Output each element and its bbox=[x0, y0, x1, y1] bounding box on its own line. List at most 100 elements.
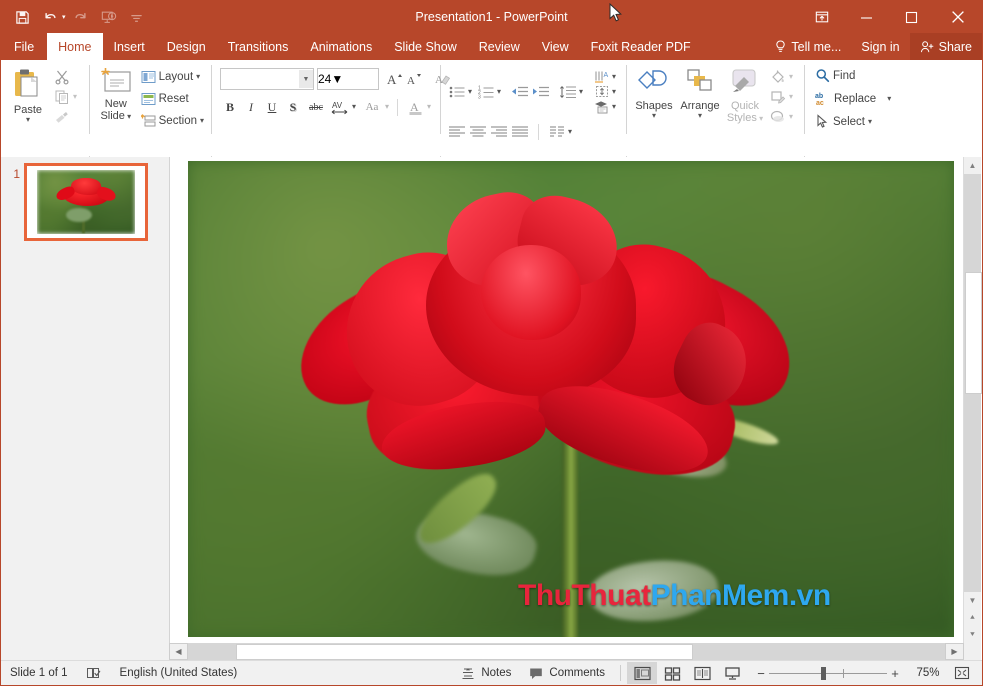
font-color-button[interactable]: A bbox=[406, 97, 426, 117]
copy-dropdown-caret-icon[interactable]: ▾ bbox=[73, 93, 77, 101]
tab-design[interactable]: Design bbox=[156, 33, 217, 60]
notes-button[interactable]: Notes bbox=[452, 661, 520, 685]
increase-font-size-button[interactable]: A bbox=[384, 69, 404, 89]
line-spacing-caret-icon[interactable]: ▾ bbox=[579, 87, 583, 96]
slide-thumbnail-pane[interactable]: 1 bbox=[1, 157, 170, 660]
decrease-indent-button[interactable] bbox=[510, 82, 530, 101]
bold-button[interactable]: B bbox=[220, 97, 240, 117]
character-spacing-caret-icon[interactable]: ▾ bbox=[352, 103, 356, 111]
cut-button[interactable] bbox=[51, 67, 80, 87]
text-direction-caret-icon[interactable]: ▾ bbox=[612, 72, 616, 81]
shape-outline-button[interactable]: ▾ bbox=[767, 87, 796, 107]
zoom-thumb[interactable] bbox=[821, 666, 826, 680]
ribbon-display-options-button[interactable] bbox=[799, 1, 844, 33]
shape-effects-caret-icon[interactable]: ▾ bbox=[789, 113, 793, 121]
bullets-caret-icon[interactable]: ▾ bbox=[468, 87, 472, 96]
reset-button[interactable]: Reset bbox=[138, 88, 207, 109]
save-icon[interactable] bbox=[9, 5, 35, 29]
font-color-caret-icon[interactable]: ▾ bbox=[427, 103, 431, 111]
underline-button[interactable]: U bbox=[262, 97, 282, 117]
start-from-beginning-icon[interactable] bbox=[96, 5, 122, 29]
font-size-dropdown-caret-icon[interactable]: ▼ bbox=[331, 72, 343, 86]
spell-check-button[interactable] bbox=[77, 661, 111, 685]
redo-icon[interactable] bbox=[68, 5, 94, 29]
shape-effects-button[interactable]: ▾ bbox=[767, 107, 796, 127]
change-case-button[interactable]: Aa bbox=[360, 97, 384, 117]
replace-caret-icon[interactable]: ▾ bbox=[887, 94, 891, 103]
minimize-button[interactable] bbox=[844, 1, 889, 33]
tab-review[interactable]: Review bbox=[468, 33, 531, 60]
font-size-box[interactable]: 24 ▼ bbox=[317, 68, 379, 90]
change-case-caret-icon[interactable]: ▾ bbox=[385, 103, 389, 111]
paste-button[interactable]: Paste ▾ bbox=[5, 64, 51, 124]
bullets-button[interactable] bbox=[447, 82, 467, 101]
language-indicator[interactable]: English (United States) bbox=[111, 661, 247, 685]
layout-button[interactable]: Layout ▾ bbox=[138, 66, 207, 87]
text-shadow-button[interactable]: S bbox=[283, 97, 303, 117]
horizontal-scroll-track[interactable] bbox=[188, 643, 945, 660]
quick-styles-button[interactable]: Quick Styles ▾ bbox=[723, 64, 767, 124]
slide-thumbnail[interactable] bbox=[24, 163, 148, 241]
font-name-box[interactable]: ▼ bbox=[220, 68, 314, 90]
shape-outline-caret-icon[interactable]: ▾ bbox=[789, 93, 793, 101]
justify-button[interactable] bbox=[510, 122, 530, 141]
select-button[interactable]: Select ▾ bbox=[812, 111, 875, 132]
italic-button[interactable]: I bbox=[241, 97, 261, 117]
close-button[interactable] bbox=[934, 1, 982, 33]
slide-show-view-button[interactable] bbox=[717, 662, 747, 684]
line-spacing-button[interactable] bbox=[558, 82, 578, 101]
zoom-slider[interactable]: − + bbox=[747, 666, 909, 681]
format-painter-button[interactable] bbox=[51, 107, 80, 127]
vertical-scrollbar[interactable]: ▲ ▼ ⯅ ⯆ bbox=[963, 157, 982, 660]
next-slide-button[interactable]: ⯆ bbox=[964, 626, 981, 643]
shapes-caret-icon[interactable]: ▾ bbox=[652, 112, 656, 120]
numbering-caret-icon[interactable]: ▾ bbox=[497, 87, 501, 96]
zoom-out-button[interactable]: − bbox=[753, 666, 769, 681]
scroll-right-button[interactable]: ▶ bbox=[945, 643, 964, 660]
normal-view-button[interactable] bbox=[627, 662, 657, 684]
vertical-scroll-thumb[interactable] bbox=[965, 272, 982, 394]
tab-file[interactable]: File bbox=[1, 33, 47, 60]
zoom-track[interactable] bbox=[769, 666, 887, 680]
tab-home[interactable]: Home bbox=[47, 33, 103, 60]
slide-edit-area[interactable]: ThuThuatPhanMem.vn ▲ ▼ ⯅ ⯆ bbox=[170, 157, 982, 660]
fit-to-window-button[interactable] bbox=[947, 662, 977, 684]
section-button[interactable]: Section ▾ bbox=[138, 110, 207, 131]
replace-button[interactable]: ab ac Replace ▾ bbox=[812, 88, 894, 109]
tab-view[interactable]: View bbox=[531, 33, 580, 60]
font-name-dropdown-caret-icon[interactable]: ▼ bbox=[299, 70, 313, 88]
scroll-left-button[interactable]: ◀ bbox=[169, 643, 188, 660]
columns-button[interactable] bbox=[547, 122, 567, 141]
tab-foxit-reader-pdf[interactable]: Foxit Reader PDF bbox=[580, 33, 702, 60]
align-left-button[interactable] bbox=[447, 122, 467, 141]
undo-icon[interactable] bbox=[37, 5, 63, 29]
select-caret-icon[interactable]: ▾ bbox=[868, 117, 872, 126]
scroll-up-button[interactable]: ▲ bbox=[964, 157, 981, 174]
scroll-down-button[interactable]: ▼ bbox=[964, 592, 981, 609]
paste-dropdown-caret-icon[interactable]: ▾ bbox=[26, 116, 30, 124]
reading-view-button[interactable] bbox=[687, 662, 717, 684]
center-button[interactable] bbox=[468, 122, 488, 141]
shape-fill-caret-icon[interactable]: ▾ bbox=[789, 73, 793, 81]
align-text-button[interactable] bbox=[592, 84, 612, 99]
character-spacing-button[interactable]: AV bbox=[329, 97, 351, 117]
sign-in-button[interactable]: Sign in bbox=[851, 40, 909, 54]
align-right-button[interactable] bbox=[489, 122, 509, 141]
quick-styles-caret-icon[interactable]: ▾ bbox=[757, 114, 763, 123]
zoom-level-label[interactable]: 75% bbox=[909, 667, 947, 679]
share-button[interactable]: Share bbox=[909, 33, 982, 60]
text-direction-button[interactable]: A bbox=[592, 69, 612, 84]
arrange-button[interactable]: Arrange ▾ bbox=[677, 64, 723, 120]
find-button[interactable]: Find bbox=[812, 65, 858, 86]
strikethrough-button[interactable]: abc bbox=[304, 97, 328, 117]
tab-animations[interactable]: Animations bbox=[299, 33, 383, 60]
convert-to-smartart-caret-icon[interactable]: ▾ bbox=[612, 102, 616, 111]
shapes-button[interactable]: Shapes ▾ bbox=[631, 64, 677, 120]
copy-button[interactable]: ▾ bbox=[51, 87, 80, 107]
comments-button[interactable]: Comments bbox=[520, 661, 614, 685]
decrease-font-size-button[interactable]: A bbox=[404, 69, 424, 89]
convert-to-smartart-button[interactable] bbox=[592, 99, 612, 114]
new-slide-dropdown-caret-icon[interactable]: ▾ bbox=[125, 112, 131, 121]
align-text-caret-icon[interactable]: ▾ bbox=[612, 87, 616, 96]
tab-transitions[interactable]: Transitions bbox=[217, 33, 300, 60]
